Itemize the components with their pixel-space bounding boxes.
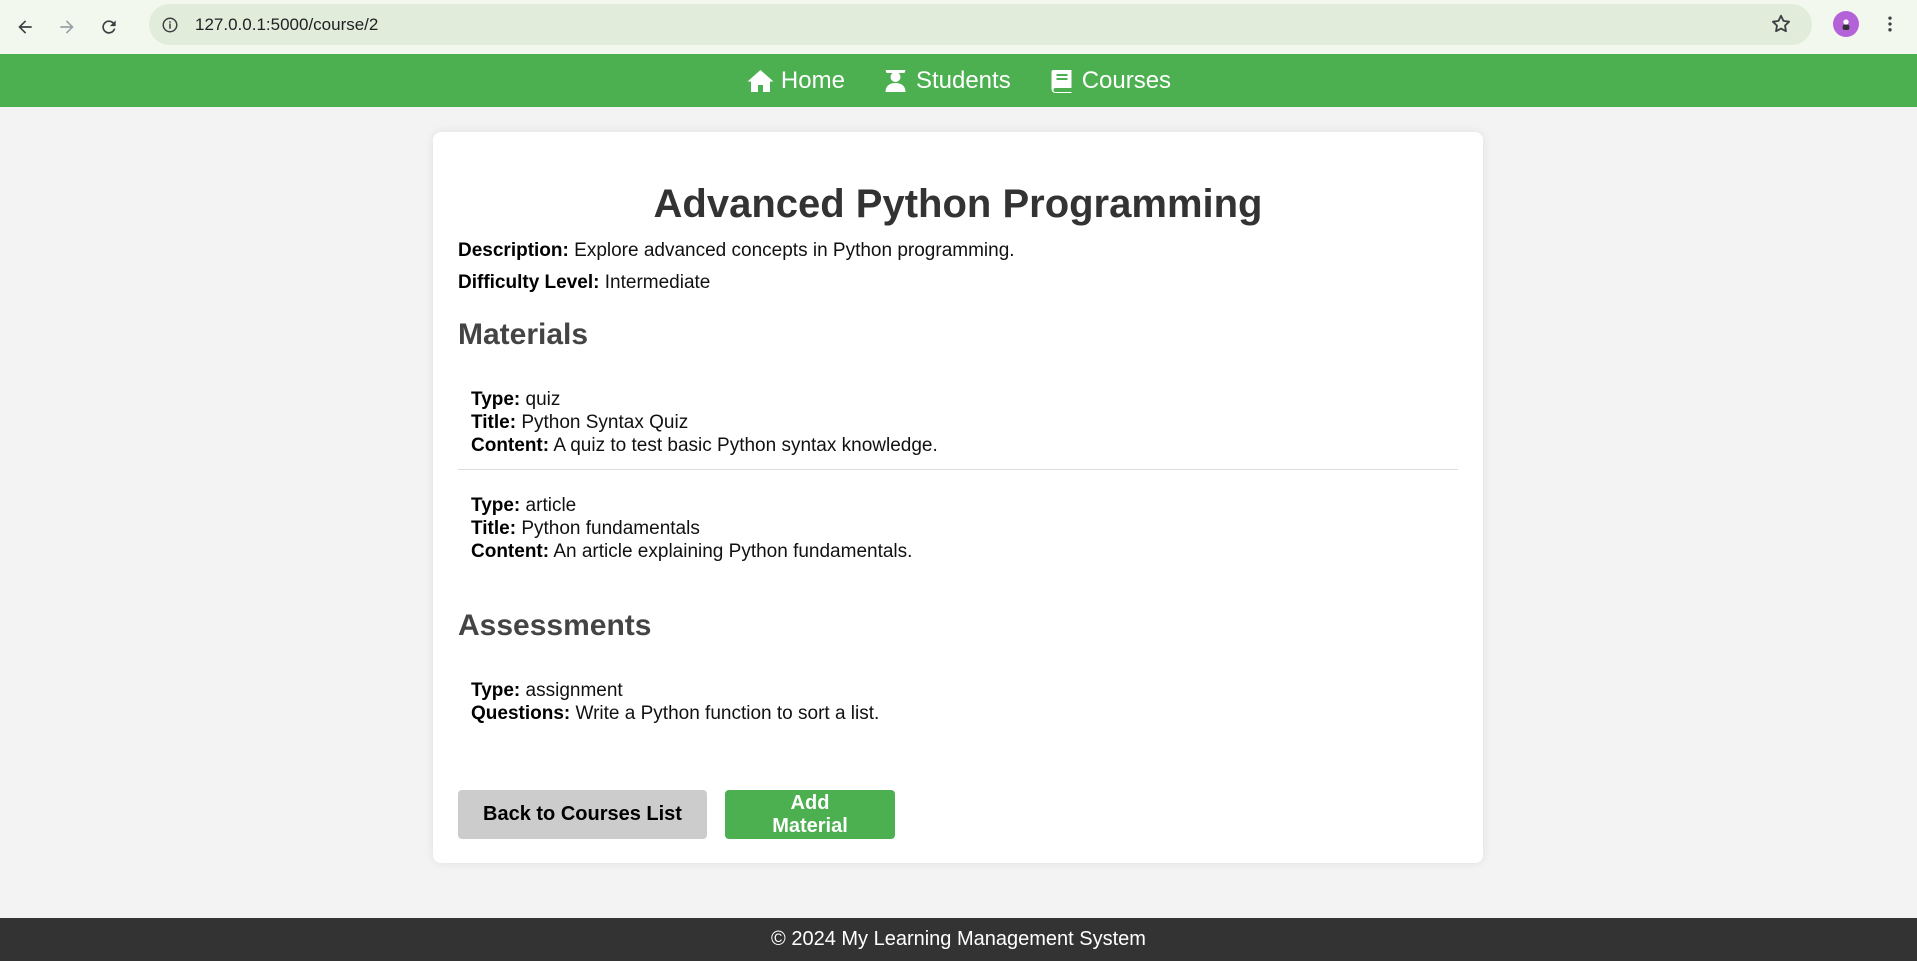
course-difficulty: Difficulty Level: Intermediate [458, 272, 1458, 294]
materials-heading: Materials [458, 318, 589, 351]
material-type: article [525, 495, 577, 516]
course-detail-card: Advanced Python Programming Description:… [433, 132, 1483, 863]
course-description: Description: Explore advanced concepts i… [458, 240, 1458, 262]
description-value: Explore advanced concepts in Python prog… [574, 240, 1015, 261]
url-text[interactable]: 127.0.0.1:5000/course/2 [195, 15, 378, 35]
footer-text: © 2024 My Learning Management System [771, 928, 1146, 950]
assessment-type: assignment [525, 680, 623, 701]
material-content-line: Content: An article explaining Python fu… [471, 540, 1445, 563]
more-menu-icon[interactable] [1878, 12, 1902, 36]
material-title-line: Title: Python fundamentals [471, 517, 1445, 540]
nav-home-link[interactable]: Home [746, 67, 845, 95]
questions-label: Questions: [471, 703, 571, 724]
content-label: Content: [471, 435, 550, 456]
material-type-line: Type: quiz [471, 388, 1445, 411]
action-buttons: Back to Courses List Add Material [458, 790, 895, 839]
material-type-line: Type: article [471, 494, 1445, 517]
type-label: Type: [471, 389, 521, 410]
materials-list: Type: quiz Title: Python Syntax Quiz Con… [458, 388, 1458, 575]
material-item: Type: article Title: Python fundamentals… [458, 469, 1458, 575]
back-arrow-icon[interactable] [4, 6, 46, 48]
title-label: Title: [471, 412, 517, 433]
material-title-line: Title: Python Syntax Quiz [471, 411, 1445, 434]
assessment-item: Type: assignment Questions: Write a Pyth… [458, 679, 1458, 725]
material-title: Python Syntax Quiz [521, 412, 689, 433]
nav-courses-link[interactable]: Courses [1047, 67, 1171, 95]
nav-home-label: Home [780, 66, 845, 94]
material-content: A quiz to test basic Python syntax knowl… [553, 435, 938, 456]
browser-toolbar: 127.0.0.1:5000/course/2 [0, 0, 1917, 54]
course-title: Advanced Python Programming [653, 182, 1263, 226]
home-icon [747, 69, 774, 92]
book-icon [1051, 69, 1072, 93]
bookmark-star-icon[interactable] [1770, 13, 1794, 37]
nav-students-link[interactable]: Students [881, 67, 1011, 95]
material-content-line: Content: A quiz to test basic Python syn… [471, 434, 1445, 457]
title-label: Title: [471, 518, 517, 539]
nav-courses-label: Courses [1081, 66, 1172, 94]
assessment-type-line: Type: assignment [471, 679, 1445, 702]
forward-arrow-icon[interactable] [46, 6, 88, 48]
type-label: Type: [471, 680, 521, 701]
nav-students-label: Students [915, 66, 1011, 94]
assessments-heading: Assessments [458, 609, 652, 642]
page-footer: © 2024 My Learning Management System [0, 918, 1917, 961]
description-label: Description: [458, 240, 569, 261]
profile-avatar[interactable] [1833, 11, 1859, 37]
assessment-questions-line: Questions: Write a Python function to so… [471, 702, 1445, 725]
site-info-icon[interactable] [159, 14, 181, 36]
content-label: Content: [471, 541, 550, 562]
material-type: quiz [525, 389, 561, 410]
add-material-button[interactable]: Add Material [725, 790, 895, 839]
reload-icon[interactable] [88, 6, 130, 48]
back-to-courses-button[interactable]: Back to Courses List [458, 790, 707, 839]
graduate-icon [885, 69, 906, 92]
address-bar[interactable]: 127.0.0.1:5000/course/2 [149, 4, 1812, 45]
material-content: An article explaining Python fundamental… [553, 541, 913, 562]
main-nav: Home Students Courses [0, 54, 1917, 107]
assessments-list: Type: assignment Questions: Write a Pyth… [458, 679, 1458, 725]
material-item: Type: quiz Title: Python Syntax Quiz Con… [458, 388, 1458, 469]
type-label: Type: [471, 495, 521, 516]
assessment-questions: Write a Python function to sort a list. [575, 703, 880, 724]
difficulty-value: Intermediate [604, 272, 711, 293]
difficulty-label: Difficulty Level: [458, 272, 600, 293]
material-title: Python fundamentals [521, 518, 700, 539]
